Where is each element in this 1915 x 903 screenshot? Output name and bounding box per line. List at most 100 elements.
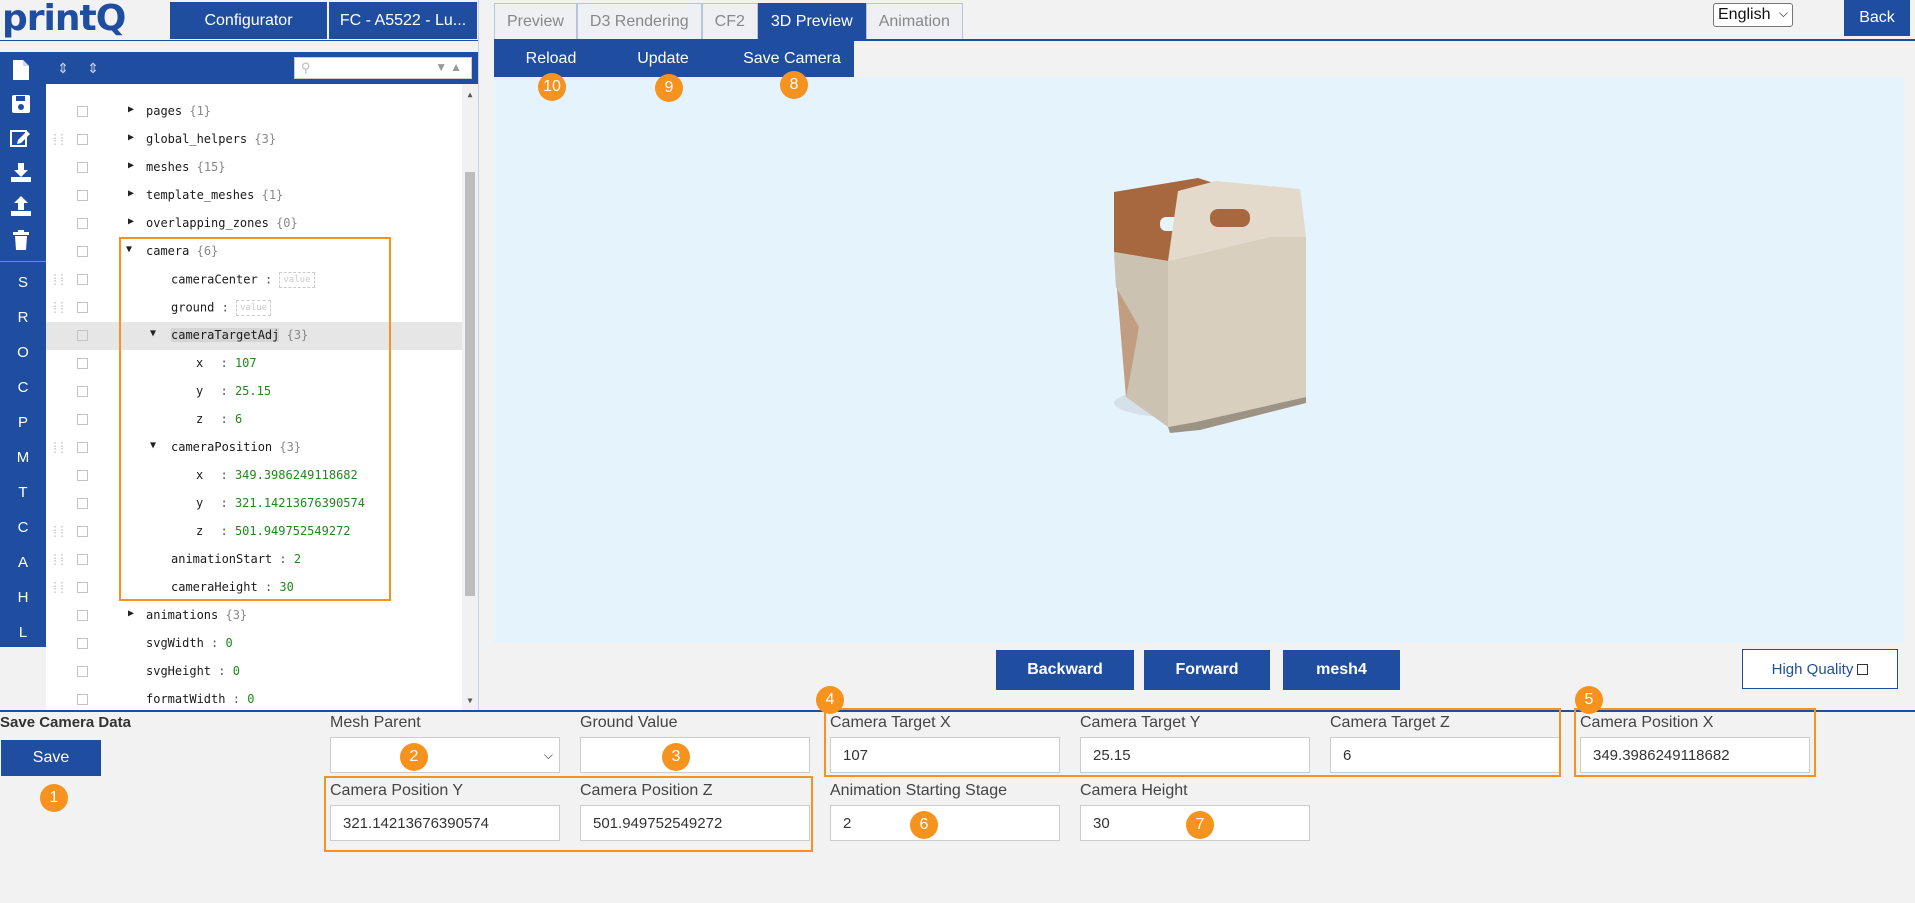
search-nav-arrows-icon[interactable]: ▼▲ [435,60,465,74]
collapsed-arrow-icon[interactable]: ▶ [128,188,134,199]
row-checkbox[interactable] [77,666,88,677]
row-checkbox[interactable] [77,610,88,621]
row-checkbox[interactable] [77,274,88,285]
sidebar-item-l[interactable]: L [0,624,46,641]
tab-cf2[interactable]: CF2 [701,3,758,40]
ground-value-field[interactable] [580,737,810,773]
panel-divider [478,0,479,710]
collapse-all-icon[interactable]: ⇕ [84,59,102,77]
drag-handle-icon[interactable]: :::: [52,300,66,316]
collapsed-arrow-icon[interactable]: ▶ [128,132,134,143]
sidebar-item-c2[interactable]: C [0,519,46,536]
row-checkbox[interactable] [77,526,88,537]
reload-button[interactable]: Reload [516,41,586,77]
scroll-up-icon[interactable]: ▲ [464,90,476,99]
tree-row-meshes[interactable]: ▶ meshes {15} [46,154,462,182]
high-quality-checkbox[interactable] [1857,663,1869,675]
node-value[interactable]: 0 [233,664,240,678]
save-icon[interactable] [9,92,33,116]
sidebar-item-h[interactable]: H [0,589,46,606]
collapsed-arrow-icon[interactable]: ▶ [128,608,134,619]
sidebar-item-r[interactable]: R [0,309,46,326]
product-button[interactable]: FC - A5522 - Lu... [329,2,477,39]
drag-handle-icon[interactable]: :::: [52,552,66,568]
row-checkbox[interactable] [77,246,88,257]
form-title: Save Camera Data [0,714,131,731]
tree-row-svg-width[interactable]: svgWidth : 0 [46,630,462,658]
sidebar-item-a[interactable]: A [0,554,46,571]
drag-handle-icon[interactable]: :::: [52,580,66,596]
upload-icon[interactable] [9,194,33,218]
drag-handle-icon[interactable]: :::: [52,272,66,288]
row-checkbox[interactable] [77,638,88,649]
update-button[interactable]: Update [630,41,696,77]
node-key: animations [146,608,219,622]
row-checkbox[interactable] [77,106,88,117]
tab-animation[interactable]: Animation [865,3,963,40]
mesh-parent-select[interactable]: ⌵ [330,737,560,773]
row-checkbox[interactable] [77,330,88,341]
download-icon[interactable] [9,160,33,184]
tab-preview[interactable]: Preview [494,3,577,40]
sidebar-item-m[interactable]: M [0,449,46,466]
tree-row-template-meshes[interactable]: ▶ template_meshes {1} [46,182,462,210]
row-checkbox[interactable] [77,470,88,481]
new-file-icon[interactable] [9,58,33,82]
sidebar-item-t[interactable]: T [0,484,46,501]
sidebar-item-o[interactable]: O [0,344,46,361]
node-value[interactable]: 0 [226,636,233,650]
tree-row-pages[interactable]: ▶ pages {1} [46,98,462,126]
scroll-down-icon[interactable]: ▼ [464,696,476,705]
trash-icon[interactable] [9,228,33,252]
tab-d3-rendering[interactable]: D3 Rendering [576,3,702,40]
3d-viewport[interactable] [494,77,1905,643]
tree-row-format-width[interactable]: formatWidth : 0 [46,686,462,710]
row-checkbox[interactable] [77,302,88,313]
language-select[interactable]: English ⌵ [1713,3,1793,27]
row-checkbox[interactable] [77,134,88,145]
edit-icon[interactable] [9,126,33,150]
configurator-button[interactable]: Configurator [170,2,327,39]
row-checkbox[interactable] [77,162,88,173]
tab-3d-preview[interactable]: 3D Preview [757,3,866,40]
drag-handle-icon[interactable]: :::: [52,440,66,456]
tree-search-input[interactable]: ⚲ ▼▲ [294,57,472,79]
tree-row-svg-height[interactable]: svgHeight : 0 [46,658,462,686]
animation-starting-stage-field[interactable]: 2 [830,805,1060,841]
node-key: svgHeight [146,664,212,678]
row-checkbox[interactable] [77,414,88,425]
collapsed-arrow-icon[interactable]: ▶ [128,104,134,115]
high-quality-toggle[interactable]: High Quality [1742,649,1898,689]
tree-row-overlapping-zones[interactable]: ▶ overlapping_zones {0} [46,210,462,238]
backward-button[interactable]: Backward [996,650,1134,690]
row-checkbox[interactable] [77,190,88,201]
row-checkbox[interactable] [77,218,88,229]
sidebar-item-c[interactable]: C [0,379,46,396]
tree-row-global-helpers[interactable]: :::: ▶ global_helpers {3} [46,126,462,154]
drag-handle-icon[interactable]: :::: [52,132,66,148]
row-checkbox[interactable] [77,554,88,565]
sidebar-item-p[interactable]: P [0,414,46,431]
row-checkbox[interactable] [77,358,88,369]
node-value[interactable]: 0 [247,692,254,706]
back-button[interactable]: Back [1844,0,1910,36]
row-checkbox[interactable] [77,498,88,509]
row-checkbox[interactable] [77,442,88,453]
collapsed-arrow-icon[interactable]: ▶ [128,216,134,227]
expand-all-icon[interactable]: ⇕ [54,59,72,77]
annotation-badge-4: 4 [816,686,844,714]
row-checkbox[interactable] [77,386,88,397]
tree-scrollbar[interactable]: ▲ ▼ [462,84,478,710]
row-checkbox[interactable] [77,694,88,705]
collapsed-arrow-icon[interactable]: ▶ [128,160,134,171]
forward-button[interactable]: Forward [1144,650,1270,690]
drag-handle-icon[interactable]: :::: [52,524,66,540]
tree-row-animations[interactable]: ▶ animations {3} [46,602,462,630]
save-button[interactable]: Save [1,740,101,776]
annotation-badge-2: 2 [400,743,428,771]
row-checkbox[interactable] [77,582,88,593]
scrollbar-thumb[interactable] [465,172,475,596]
mesh-button[interactable]: mesh4 [1283,650,1400,690]
sidebar-item-s[interactable]: S [0,274,46,291]
camera-highlight-box [119,237,391,601]
